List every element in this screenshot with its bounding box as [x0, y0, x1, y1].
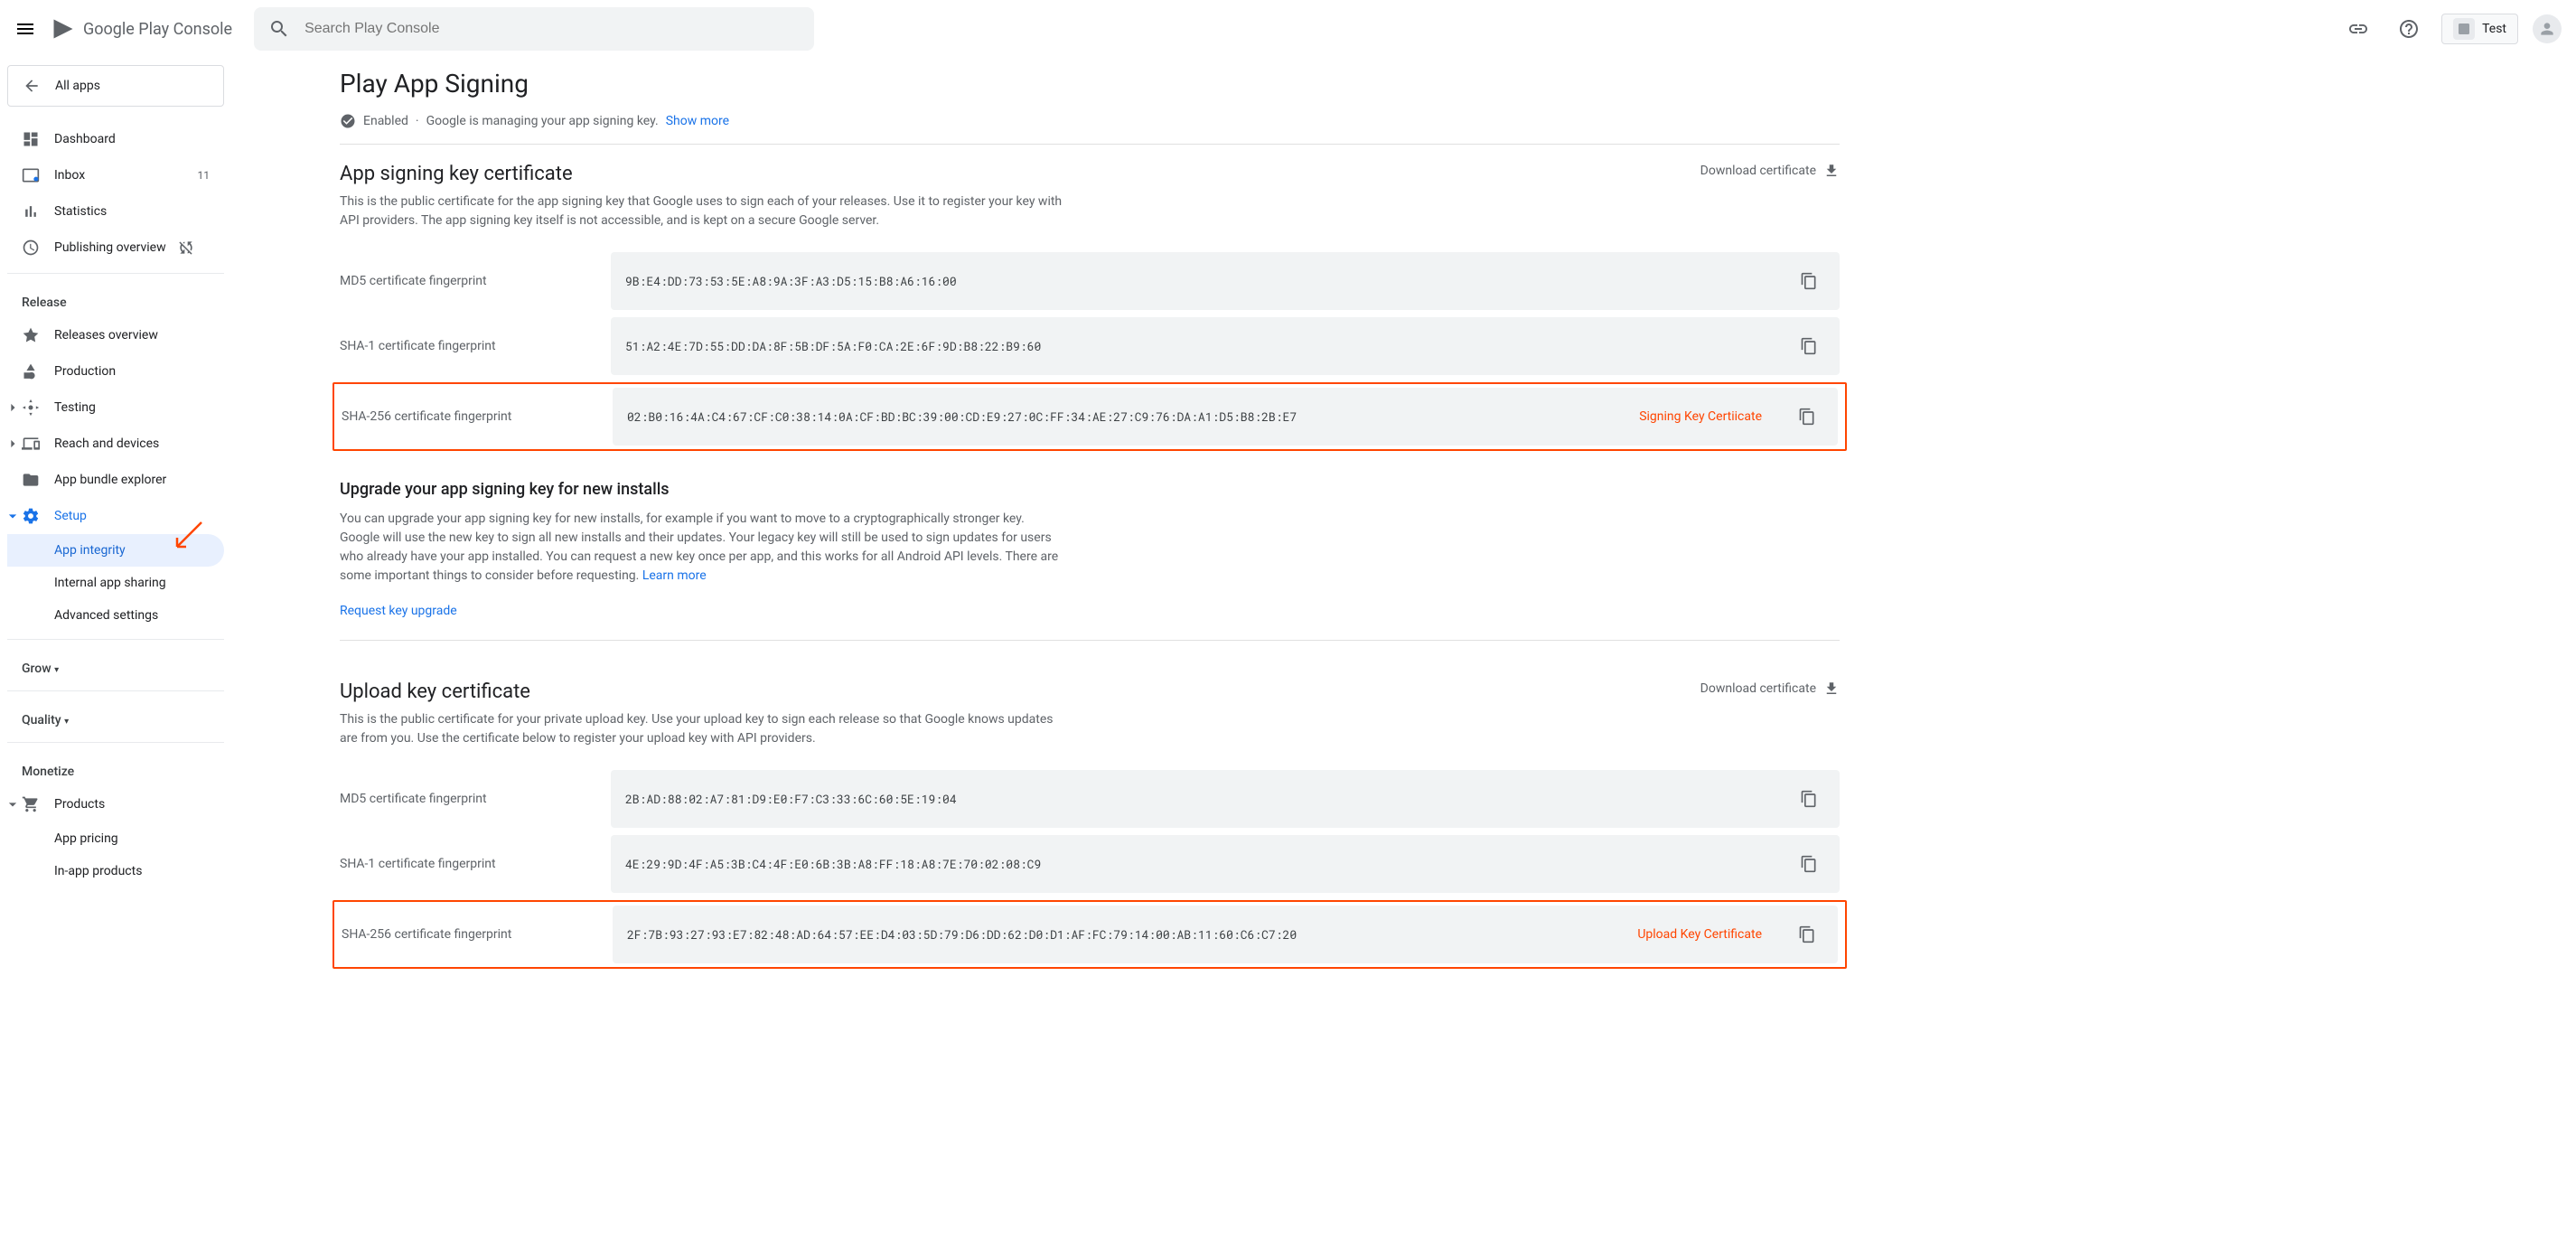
signing-sha256-value: 02:B0:16:4A:C4:67:CF:C0:38:14:0A:CF:BD:B… [627, 408, 1621, 425]
app-name: Test [2482, 22, 2506, 36]
sync-off-icon [177, 239, 195, 257]
nav-inbox[interactable]: Inbox 11 [7, 157, 224, 193]
upload-cert-desc: This is the public certificate for your … [340, 710, 1063, 748]
copy-button[interactable] [1793, 330, 1825, 362]
devices-icon [22, 435, 40, 453]
releases-icon [22, 326, 40, 344]
status-row: Enabled · Google is managing your app si… [340, 113, 1840, 145]
upload-md5-value: 2B:AD:88:02:A7:81:D9:E0:F7:C3:33:6C:60:5… [625, 791, 1782, 807]
play-logo-icon [51, 16, 76, 42]
signing-annotation: Signing Key Certiicate [1639, 409, 1762, 424]
top-bar: Google Play Console Test [0, 0, 2576, 58]
menu-icon[interactable] [14, 18, 36, 40]
caret-icon [4, 435, 22, 453]
show-more-link[interactable]: Show more [666, 114, 729, 128]
link-icon[interactable] [2340, 11, 2376, 47]
copy-button[interactable] [1793, 783, 1825, 815]
signing-md5-value: 9B:E4:DD:73:53:5E:A8:9A:3F:A3:D5:15:B8:A… [625, 273, 1782, 289]
dashboard-icon [22, 130, 40, 148]
all-apps-label: All apps [55, 79, 100, 93]
nav-reach-devices[interactable]: Reach and devices [7, 426, 224, 462]
nav-testing[interactable]: Testing [7, 390, 224, 426]
monetize-section-header: Monetize [7, 750, 224, 786]
download-icon [1823, 163, 1840, 179]
nav-dashboard[interactable]: Dashboard [7, 121, 224, 157]
nav-internal-sharing[interactable]: Internal app sharing [7, 567, 224, 599]
bundle-icon [22, 471, 40, 489]
publishing-icon [22, 239, 40, 257]
nav-statistics[interactable]: Statistics [7, 193, 224, 230]
request-key-upgrade-link[interactable]: Request key upgrade [340, 604, 457, 618]
page-title: Play App Signing [340, 58, 1840, 113]
logo[interactable]: Google Play Console [51, 16, 232, 42]
upload-annotation: Upload Key Certificate [1637, 927, 1762, 942]
copy-button[interactable] [1793, 265, 1825, 297]
signing-cert-desc: This is the public certificate for the a… [340, 192, 1063, 230]
upload-md5-row: MD5 certificate fingerprint 2B:AD:88:02:… [340, 766, 1840, 831]
logo-text: Google Play Console [83, 20, 232, 39]
download-icon [1823, 681, 1840, 697]
nav-advanced-settings[interactable]: Advanced settings [7, 599, 224, 632]
caret-down-icon [4, 795, 22, 813]
release-section-header: Release [7, 281, 224, 317]
nav-products[interactable]: Products [7, 786, 224, 822]
search-icon [268, 18, 290, 40]
caret-icon [4, 399, 22, 417]
signing-sha1-value: 51:A2:4E:7D:55:DD:DA:8F:5B:DF:5A:F0:CA:2… [625, 338, 1782, 354]
sidebar: All apps Dashboard Inbox 11 Statistics P… [0, 58, 231, 1009]
all-apps-button[interactable]: All apps [7, 65, 224, 107]
signing-sha256-row: SHA-256 certificate fingerprint 02:B0:16… [342, 384, 1838, 449]
production-icon [22, 362, 40, 380]
app-chip-icon [2453, 18, 2475, 40]
search-box[interactable] [254, 7, 814, 51]
testing-icon [22, 399, 40, 417]
signing-cert-title: App signing key certificate [340, 163, 1063, 185]
main-content: Play App Signing Enabled · Google is man… [231, 58, 1948, 1009]
upload-sha256-highlight: SHA-256 certificate fingerprint 2F:7B:93… [333, 900, 1847, 969]
download-signing-cert[interactable]: Download certificate [1700, 163, 1840, 179]
status-desc: Google is managing your app signing key. [426, 114, 659, 128]
nav-setup[interactable]: Setup [7, 498, 224, 534]
nav-app-pricing[interactable]: App pricing [7, 822, 224, 855]
copy-button[interactable] [1791, 918, 1823, 951]
check-circle-icon [340, 113, 356, 129]
products-icon [22, 795, 40, 813]
nav-production[interactable]: Production [7, 353, 224, 390]
copy-button[interactable] [1791, 400, 1823, 433]
statistics-icon [22, 202, 40, 221]
upload-sha1-value: 4E:29:9D:4F:A5:3B:C4:4F:E0:6B:3B:A8:FF:1… [625, 856, 1782, 872]
signing-sha256-highlight: SHA-256 certificate fingerprint 02:B0:16… [333, 382, 1847, 451]
nav-publishing-overview[interactable]: Publishing overview [7, 230, 224, 266]
help-icon[interactable] [2391, 11, 2427, 47]
quality-section-header[interactable]: Quality ▾ [7, 699, 224, 735]
signing-md5-row: MD5 certificate fingerprint 9B:E4:DD:73:… [340, 249, 1840, 314]
nav-app-integrity[interactable]: App integrity [7, 534, 224, 567]
upload-cert-title: Upload key certificate [340, 681, 1063, 703]
app-selector[interactable]: Test [2441, 14, 2518, 44]
upload-sha256-value: 2F:7B:93:27:93:E7:82:48:AD:64:57:EE:D4:0… [627, 926, 1619, 943]
download-upload-cert[interactable]: Download certificate [1700, 681, 1840, 697]
inbox-icon [22, 166, 40, 184]
nav-inapp-products[interactable]: In-app products [7, 855, 224, 887]
nav-app-bundle[interactable]: App bundle explorer [7, 462, 224, 498]
status-enabled: Enabled [363, 114, 408, 128]
back-arrow-icon [23, 77, 41, 95]
upload-sha1-row: SHA-1 certificate fingerprint 4E:29:9D:4… [340, 831, 1840, 896]
search-input[interactable] [304, 21, 800, 37]
nav-releases-overview[interactable]: Releases overview [7, 317, 224, 353]
copy-button[interactable] [1793, 848, 1825, 880]
learn-more-link[interactable]: Learn more [642, 568, 707, 583]
caret-down-icon [4, 507, 22, 525]
grow-section-header[interactable]: Grow ▾ [7, 647, 224, 683]
inbox-badge: 11 [198, 169, 211, 182]
signing-sha1-row: SHA-1 certificate fingerprint 51:A2:4E:7… [340, 314, 1840, 379]
setup-icon [22, 507, 40, 525]
upgrade-desc: You can upgrade your app signing key for… [340, 510, 1063, 586]
upgrade-title: Upgrade your app signing key for new ins… [340, 480, 1840, 499]
avatar[interactable] [2533, 14, 2562, 43]
upload-sha256-row: SHA-256 certificate fingerprint 2F:7B:93… [342, 902, 1838, 967]
